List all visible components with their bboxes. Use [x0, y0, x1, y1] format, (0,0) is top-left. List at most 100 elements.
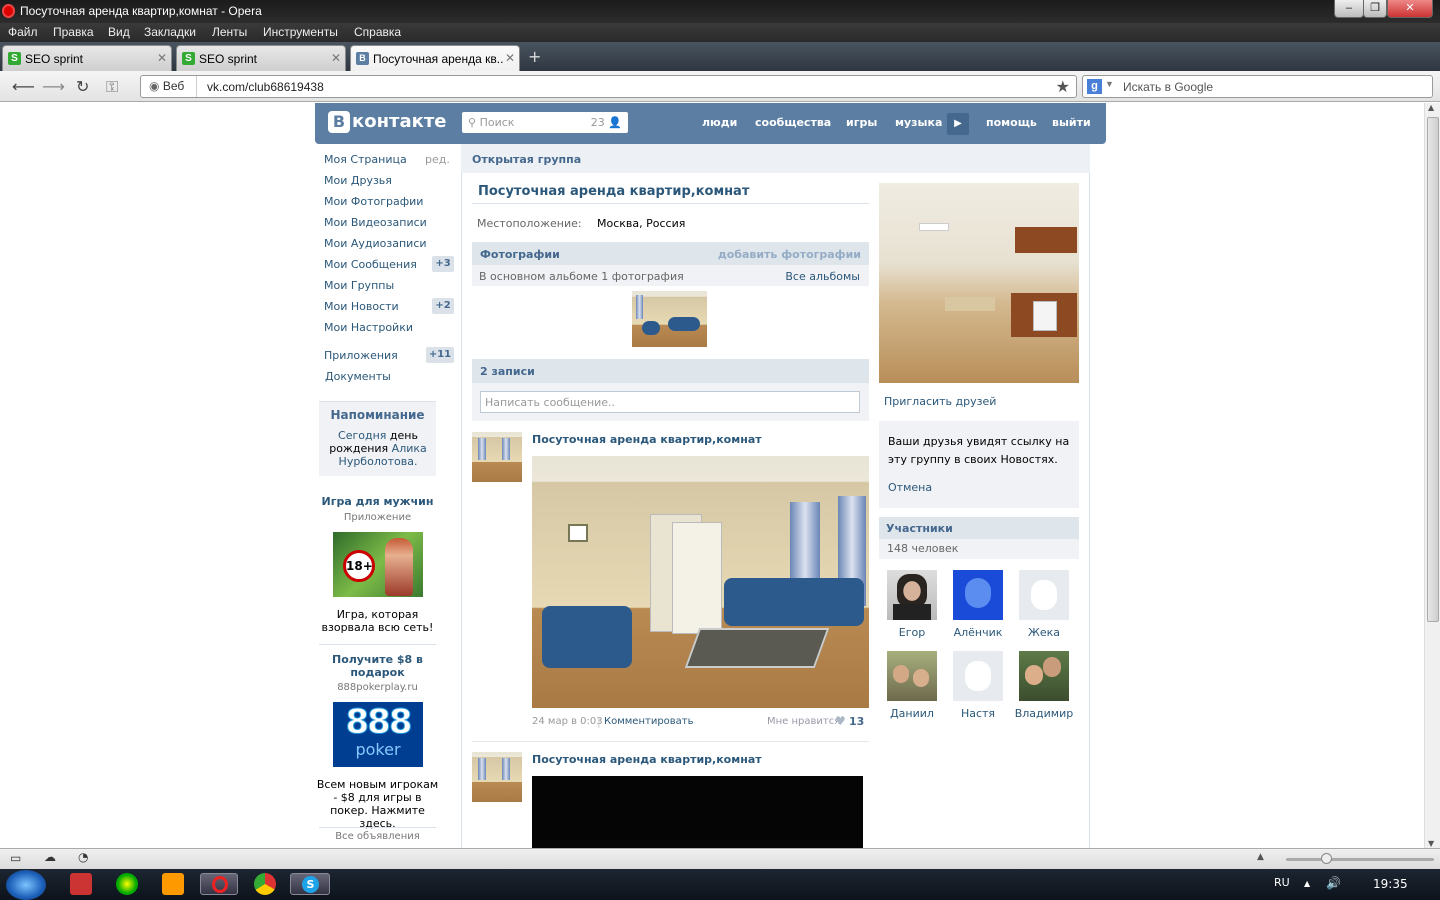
- sidebar-item-friends[interactable]: Мои Друзья: [324, 174, 392, 187]
- nav-music[interactable]: музыка: [895, 116, 942, 129]
- member-name[interactable]: Жека: [1014, 626, 1074, 639]
- menu-feeds[interactable]: Ленты: [212, 25, 247, 39]
- cancel-link[interactable]: Отмена: [888, 481, 932, 494]
- nav-help[interactable]: помощь: [986, 116, 1037, 129]
- nav-logout[interactable]: выйти: [1052, 116, 1091, 129]
- ad-title[interactable]: Получите $8 в подарок: [315, 653, 440, 679]
- menu-file[interactable]: Файл: [8, 25, 38, 39]
- edit-menu-link[interactable]: ред.: [425, 153, 450, 166]
- taskbar-icq-icon[interactable]: [116, 873, 138, 895]
- tab-vk-group[interactable]: В Посуточная аренда кв... ✕: [350, 45, 520, 71]
- minimize-button[interactable]: –: [1334, 0, 1364, 18]
- post-author-avatar[interactable]: [472, 752, 522, 802]
- news-badge[interactable]: +2: [432, 298, 454, 314]
- invite-friends-link[interactable]: Пригласить друзей: [884, 395, 996, 408]
- sidebar-item-my-page[interactable]: Моя Страница: [324, 153, 407, 166]
- sidebar-item-audio[interactable]: Мои Аудиозаписи: [324, 237, 427, 250]
- taskbar-odnoklassniki-icon[interactable]: [162, 873, 184, 895]
- post-author-avatar[interactable]: [472, 432, 522, 482]
- member-avatar[interactable]: [887, 570, 937, 620]
- sidebar-item-news[interactable]: Мои Новости: [324, 300, 399, 313]
- tab-close-icon[interactable]: ✕: [331, 51, 341, 65]
- birthday-person-surname[interactable]: Нурболотова.: [339, 455, 418, 468]
- taskbar-opera-icon[interactable]: [200, 873, 238, 895]
- vk-search-input[interactable]: ⚲ Поиск 23 👤: [462, 112, 628, 133]
- post-author[interactable]: Посуточная аренда квартир,комнат: [532, 433, 762, 446]
- member-name[interactable]: Алёнчик: [948, 626, 1008, 639]
- nav-games[interactable]: игры: [846, 116, 877, 129]
- menu-help[interactable]: Справка: [354, 25, 401, 39]
- menu-edit[interactable]: Правка: [53, 25, 94, 39]
- close-button[interactable]: ✕: [1387, 0, 1433, 18]
- taskbar-skype-icon[interactable]: S: [290, 873, 330, 895]
- zoom-up-icon[interactable]: ▲: [1257, 852, 1264, 862]
- web-badge[interactable]: ◉ Веб: [141, 76, 197, 97]
- menu-view[interactable]: Вид: [108, 25, 130, 39]
- all-albums-link[interactable]: Все альбомы: [785, 270, 860, 283]
- taskbar-filezilla-icon[interactable]: [70, 873, 92, 895]
- sidebar-item-apps[interactable]: Приложения: [324, 349, 398, 362]
- taskbar-chrome-icon[interactable]: [254, 873, 276, 895]
- sidebar-item-settings[interactable]: Мои Настройки: [324, 321, 413, 334]
- speed-dial-icon[interactable]: ◔: [78, 850, 88, 864]
- tab-seo-sprint-1[interactable]: S SEO sprint ✕: [2, 45, 172, 71]
- google-icon[interactable]: g: [1087, 79, 1102, 94]
- ad-poker-image[interactable]: 888 poker: [333, 702, 423, 767]
- ad-description[interactable]: Всем новым игрокам - $8 для игры в покер…: [315, 778, 440, 830]
- today-link[interactable]: Сегодня: [338, 429, 386, 442]
- url-text[interactable]: vk.com/club68619438: [207, 80, 324, 94]
- ad-description[interactable]: Игра, которая взорвала всю сеть!: [315, 608, 440, 634]
- member-avatar-default[interactable]: [953, 651, 1003, 701]
- new-tab-icon[interactable]: +: [528, 47, 541, 66]
- all-ads-link[interactable]: Все объявления: [315, 831, 440, 842]
- tab-seo-sprint-2[interactable]: S SEO sprint ✕: [176, 45, 346, 71]
- group-main-photo[interactable]: [879, 183, 1079, 383]
- write-message-input[interactable]: Написать сообщение..: [480, 391, 860, 413]
- search-field[interactable]: g ▼ Искать в Google: [1082, 75, 1433, 98]
- member-avatar[interactable]: [1019, 651, 1069, 701]
- member-avatar[interactable]: [953, 570, 1003, 620]
- add-photos-link[interactable]: добавить фотографии: [718, 248, 861, 261]
- sidebar-item-documents[interactable]: Документы: [325, 370, 391, 383]
- sidebar-item-photos[interactable]: Мои Фотографии: [324, 195, 423, 208]
- ad-game-image[interactable]: 18+: [333, 532, 423, 597]
- nav-communities[interactable]: сообщества: [755, 116, 831, 129]
- heart-icon[interactable]: ♥: [835, 714, 846, 728]
- album-thumbnail[interactable]: [632, 291, 707, 347]
- member-name[interactable]: Даниил: [882, 707, 942, 720]
- photos-header[interactable]: Фотографии: [480, 248, 560, 261]
- page-scrollbar[interactable]: ▲ ▼: [1424, 103, 1440, 848]
- menu-tools[interactable]: Инструменты: [263, 25, 338, 39]
- post-author[interactable]: Посуточная аренда квартир,комнат: [532, 753, 762, 766]
- apps-badge[interactable]: +11: [426, 347, 454, 363]
- reload-icon[interactable]: ↻: [76, 77, 89, 96]
- post-date[interactable]: 24 мар в 0:03: [532, 716, 603, 727]
- members-header[interactable]: Участники: [886, 522, 953, 535]
- member-name[interactable]: Владимир: [1014, 707, 1074, 720]
- vk-logo[interactable]: Bконтакте: [328, 111, 446, 133]
- like-count[interactable]: 13: [849, 715, 864, 728]
- member-avatar-default[interactable]: [1019, 570, 1069, 620]
- like-label[interactable]: Мне нравится: [767, 716, 840, 727]
- tray-expand-icon[interactable]: ▲: [1304, 879, 1310, 888]
- sidebar-item-videos[interactable]: Мои Видеозаписи: [324, 216, 427, 229]
- back-icon[interactable]: ⟵: [12, 77, 35, 96]
- unite-icon[interactable]: ☁: [44, 850, 56, 864]
- member-name[interactable]: Егор: [882, 626, 942, 639]
- tab-close-icon[interactable]: ✕: [157, 51, 167, 65]
- play-icon[interactable]: ▶: [947, 113, 969, 135]
- member-name[interactable]: Настя: [948, 707, 1008, 720]
- bookmark-star-icon[interactable]: ★: [1056, 77, 1070, 97]
- chevron-down-icon[interactable]: ▼: [1105, 79, 1114, 89]
- forward-icon[interactable]: ⟶: [42, 77, 65, 96]
- key-icon[interactable]: ⚿: [106, 77, 118, 97]
- nav-people[interactable]: люди: [702, 116, 737, 129]
- sidebar-item-messages[interactable]: Мои Сообщения: [324, 258, 417, 271]
- clock[interactable]: 19:35: [1373, 877, 1408, 891]
- comment-link[interactable]: Комментировать: [604, 716, 694, 727]
- sidebar-item-groups[interactable]: Мои Группы: [324, 279, 394, 292]
- volume-icon[interactable]: 🔊: [1326, 876, 1341, 890]
- birthday-person-link[interactable]: Алика: [392, 442, 427, 455]
- post-video[interactable]: [532, 776, 863, 848]
- maximize-button[interactable]: ❐: [1363, 0, 1387, 18]
